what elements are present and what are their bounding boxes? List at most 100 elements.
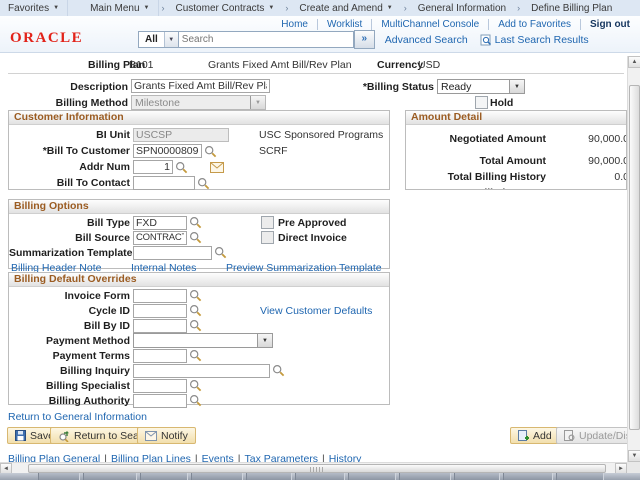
breadcrumb-separator: › xyxy=(514,3,523,13)
sign-out-link[interactable]: Sign out xyxy=(581,19,636,30)
add-to-favorites-link[interactable]: Add to Favorites xyxy=(489,19,581,30)
cycle-id-label: Cycle ID xyxy=(9,305,133,317)
summarization-template-id-label: Summarization Template ID xyxy=(9,247,133,259)
total-billing-history-value: 0.0 xyxy=(546,171,626,183)
lookup-bill-by-id-icon[interactable] xyxy=(189,319,202,332)
breadcrumb-define-billing-plan[interactable]: Define Billing Plan xyxy=(523,0,620,16)
chevron-down-icon: ▼ xyxy=(250,96,265,109)
lookup-billing-authority-icon[interactable] xyxy=(189,394,202,407)
payment-method-select[interactable]: ▼ xyxy=(133,333,273,348)
last-search-results-link[interactable]: Last Search Results xyxy=(480,34,589,46)
vertical-scrollbar[interactable]: ▲ ▼ xyxy=(627,56,640,462)
hold-checkbox[interactable] xyxy=(475,96,488,109)
email-address-icon[interactable] xyxy=(210,162,224,173)
summarization-template-id-input[interactable] xyxy=(133,246,212,260)
multichannel-console-link[interactable]: MultiChannel Console xyxy=(372,19,489,30)
bill-by-id-input[interactable] xyxy=(133,319,187,333)
breadcrumb-customer-contracts[interactable]: Customer Contracts ▼ xyxy=(168,0,283,16)
pre-approved-checkbox[interactable] xyxy=(261,216,274,229)
addr-num-input[interactable] xyxy=(133,160,173,174)
return-to-general-information-link[interactable]: Return to General Information xyxy=(8,411,147,423)
bill-type-input[interactable] xyxy=(133,216,187,230)
scroll-down-button[interactable]: ▼ xyxy=(628,450,640,462)
billing-status-value: Ready xyxy=(438,81,509,93)
search-input[interactable] xyxy=(179,31,354,48)
direct-invoice-checkbox[interactable] xyxy=(261,231,274,244)
worklist-link[interactable]: Worklist xyxy=(318,19,372,30)
breadcrumb-main-menu[interactable]: Main Menu ▼ xyxy=(82,0,158,16)
last-search-results-icon xyxy=(480,34,492,46)
lookup-invoice-form-icon[interactable] xyxy=(189,289,202,302)
payment-method-label: Payment Method xyxy=(9,335,133,347)
chevron-down-icon: ▼ xyxy=(268,5,274,11)
bill-to-customer-input[interactable] xyxy=(133,144,202,158)
horizontal-scrollbar[interactable]: ◄ ► xyxy=(0,462,627,473)
home-link[interactable]: Home xyxy=(272,19,318,30)
chevron-down-icon: ▼ xyxy=(53,5,59,11)
bill-source-input[interactable] xyxy=(133,231,187,245)
bill-to-contact-input[interactable] xyxy=(133,176,195,190)
breadcrumb-label: Customer Contracts xyxy=(176,3,265,14)
billing-plan-name: Grants Fixed Amt Bill/Rev Plan xyxy=(208,59,352,71)
lookup-billing-inquiry-icon[interactable] xyxy=(272,364,285,377)
define-billing-plan-page: Favorites ▼ Main Menu ▼ › Customer Contr… xyxy=(0,0,640,480)
bill-source-label: Bill Source xyxy=(9,232,133,244)
lookup-bill-type-icon[interactable] xyxy=(189,216,202,229)
vertical-scrollbar-thumb[interactable] xyxy=(629,85,640,430)
oracle-logo: ORACLE xyxy=(10,30,83,47)
update-display-icon xyxy=(564,430,575,441)
payment-terms-label: Payment Terms xyxy=(9,350,133,362)
search-scope-select[interactable]: All ▼ xyxy=(138,31,179,48)
addr-num-label: Addr Num xyxy=(9,161,133,173)
billing-authority-input[interactable] xyxy=(133,394,187,408)
add-icon xyxy=(518,430,529,441)
chevron-down-icon[interactable]: ▼ xyxy=(509,80,524,93)
advanced-search-link[interactable]: Advanced Search xyxy=(385,34,468,46)
chevron-down-icon: ▼ xyxy=(387,5,393,11)
scroll-up-button[interactable]: ▲ xyxy=(628,56,640,68)
view-customer-defaults-link[interactable]: View Customer Defaults xyxy=(260,305,372,317)
chevron-down-icon[interactable]: ▼ xyxy=(257,334,272,347)
invoice-form-input[interactable] xyxy=(133,289,187,303)
notify-button[interactable]: Notify xyxy=(137,427,196,444)
lookup-cycle-id-icon[interactable] xyxy=(189,304,202,317)
breadcrumb-favorites[interactable]: Favorites ▼ xyxy=(0,0,68,16)
bill-type-label: Bill Type xyxy=(9,217,133,229)
chevron-down-icon[interactable]: ▼ xyxy=(164,32,178,47)
negotiated-amount-label: Negotiated Amount xyxy=(406,133,546,145)
total-amount-label: Total Amount xyxy=(406,155,546,167)
bill-to-customer-description: SCRF xyxy=(259,145,288,157)
billing-status-select[interactable]: Ready ▼ xyxy=(437,79,525,94)
lookup-payment-terms-icon[interactable] xyxy=(189,349,202,362)
customer-information-title: Customer Information xyxy=(9,111,389,125)
lookup-bill-source-icon[interactable] xyxy=(189,231,202,244)
cycle-id-input[interactable] xyxy=(133,304,187,318)
breadcrumb-label: Define Billing Plan xyxy=(531,3,612,14)
chevron-down-icon: ▼ xyxy=(144,5,150,11)
breadcrumb-label: Main Menu xyxy=(90,3,139,14)
billing-method-select: Milestone ▼ xyxy=(131,95,266,110)
lookup-billing-specialist-icon[interactable] xyxy=(189,379,202,392)
description-input[interactable] xyxy=(131,79,270,93)
lookup-bill-to-contact-icon[interactable] xyxy=(197,177,210,190)
scrollbar-corner xyxy=(627,462,640,473)
lookup-bill-to-customer-icon[interactable] xyxy=(204,145,217,158)
breadcrumb-separator: › xyxy=(159,3,168,13)
breadcrumb: Favorites ▼ Main Menu ▼ › Customer Contr… xyxy=(0,0,640,17)
events-billed-to-date-label: Events Billed To Date xyxy=(406,187,546,191)
billing-specialist-label: Billing Specialist xyxy=(9,380,133,392)
add-button[interactable]: Add xyxy=(510,427,560,444)
search-bar: All ▼ » Advanced Search Last Search Resu… xyxy=(138,31,589,48)
search-go-button[interactable]: » xyxy=(354,30,375,49)
horizontal-scrollbar-thumb[interactable] xyxy=(28,464,606,473)
breadcrumb-general-information[interactable]: General Information xyxy=(410,0,514,16)
lookup-summarization-template-icon[interactable] xyxy=(214,246,227,259)
amount-row: Total Billing History 0.0 xyxy=(406,170,626,183)
billing-inquiry-input[interactable] xyxy=(133,364,270,378)
payment-terms-input[interactable] xyxy=(133,349,187,363)
search-scope-value: All xyxy=(139,34,164,45)
breadcrumb-create-and-amend[interactable]: Create and Amend ▼ xyxy=(291,0,400,16)
billing-specialist-input[interactable] xyxy=(133,379,187,393)
lookup-addr-num-icon[interactable] xyxy=(175,161,188,174)
last-search-results-label: Last Search Results xyxy=(495,34,589,46)
